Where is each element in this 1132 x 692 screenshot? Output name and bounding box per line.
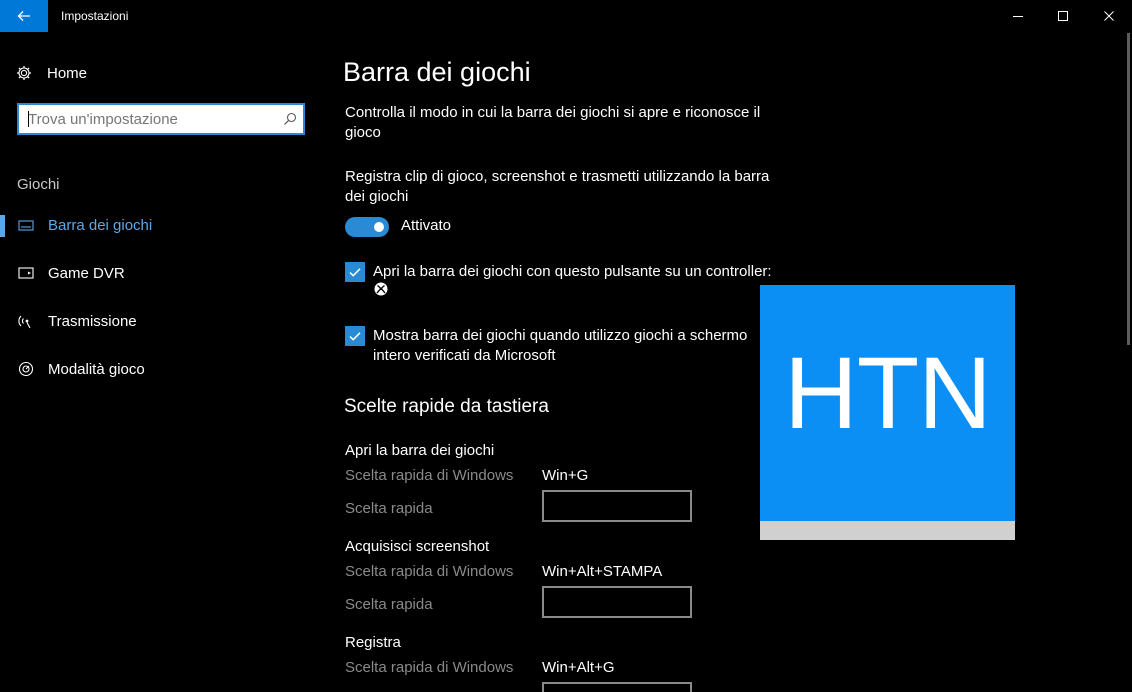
sidebar-item-game-dvr[interactable]: Game DVR — [0, 253, 320, 293]
htn-watermark-logo: HTN — [760, 285, 1015, 540]
windows-shortcut-label: Scelta rapida di Windows — [345, 659, 514, 676]
title-bar: Impostazioni — [0, 0, 1132, 32]
text-caret — [28, 111, 29, 127]
checkmark-icon — [349, 268, 361, 277]
logo-bottom-bar — [760, 521, 1015, 540]
record-setting-text: Registra clip di gioco, screenshot e tra… — [345, 168, 770, 205]
fullscreen-checkbox-label: Mostra barra dei giochi quando utilizzo … — [373, 327, 748, 364]
sidebar-item-game-bar[interactable]: Barra dei giochi — [0, 205, 320, 245]
sidebar-item-game-mode[interactable]: Modalità gioco — [0, 349, 320, 389]
game-bar-icon — [17, 216, 35, 234]
scrollbar[interactable] — [1127, 33, 1130, 345]
sidebar: Home Giochi Barra dei giochi Game DVR Tr… — [0, 32, 320, 692]
controller-checkbox-label: Apri la barra dei giochi con questo puls… — [373, 263, 772, 280]
sidebar-item-label: Barra dei giochi — [48, 216, 153, 234]
page-title: Barra dei giochi — [343, 57, 531, 87]
sidebar-item-label: Game DVR — [48, 264, 125, 282]
xbox-logo-icon — [374, 282, 388, 296]
search-box[interactable] — [17, 103, 305, 135]
game-bar-toggle[interactable] — [345, 217, 389, 237]
section-header-games: Giochi — [17, 176, 60, 193]
logo-text: HTN — [784, 336, 992, 450]
home-label: Home — [47, 64, 88, 82]
windows-shortcut-label: Scelta rapida di Windows — [345, 467, 514, 484]
gear-icon — [17, 66, 31, 80]
game-dvr-icon — [17, 264, 35, 282]
fullscreen-games-checkbox[interactable] — [345, 326, 365, 346]
custom-shortcut-input[interactable] — [542, 586, 692, 618]
home-link[interactable]: Home — [16, 62, 87, 84]
toggle-state-label: Attivato — [401, 217, 452, 234]
broadcast-icon — [17, 312, 35, 330]
custom-shortcut-label: Scelta rapida — [345, 596, 433, 613]
search-icon[interactable] — [283, 112, 297, 126]
checkmark-icon — [349, 332, 361, 341]
windows-shortcut-value: Win+G — [542, 467, 589, 484]
shortcut-group-title: Acquisisci screenshot — [345, 538, 490, 555]
close-button[interactable] — [1086, 0, 1132, 32]
window-title: Impostazioni — [61, 9, 129, 23]
custom-shortcut-input[interactable] — [542, 490, 692, 522]
windows-shortcut-value: Win+Alt+G — [542, 659, 615, 676]
windows-shortcut-value: Win+Alt+STAMPA — [542, 563, 663, 580]
minimize-icon — [1013, 16, 1023, 17]
maximize-icon — [1058, 11, 1068, 21]
custom-shortcut-label: Scelta rapida — [345, 500, 433, 517]
back-button[interactable] — [0, 0, 48, 32]
game-mode-icon — [17, 360, 35, 378]
sidebar-item-broadcast[interactable]: Trasmissione — [0, 301, 320, 341]
search-input[interactable] — [19, 105, 269, 133]
maximize-button[interactable] — [1040, 0, 1086, 32]
back-arrow-icon — [17, 11, 30, 21]
shortcut-group-title: Registra — [345, 634, 401, 651]
sidebar-item-label: Trasmissione — [48, 312, 137, 330]
page-description: Controlla il modo in cui la barra dei gi… — [345, 104, 761, 141]
controller-button-checkbox[interactable] — [345, 262, 365, 282]
minimize-button[interactable] — [995, 0, 1041, 32]
active-indicator — [0, 215, 5, 237]
shortcuts-header: Scelte rapide da tastiera — [344, 396, 549, 417]
shortcut-group-title: Apri la barra dei giochi — [345, 442, 495, 459]
sidebar-item-label: Modalità gioco — [48, 360, 145, 378]
windows-shortcut-label: Scelta rapida di Windows — [345, 563, 514, 580]
custom-shortcut-input[interactable] — [542, 682, 692, 692]
toggle-knob — [374, 222, 384, 232]
close-icon — [1104, 11, 1114, 21]
